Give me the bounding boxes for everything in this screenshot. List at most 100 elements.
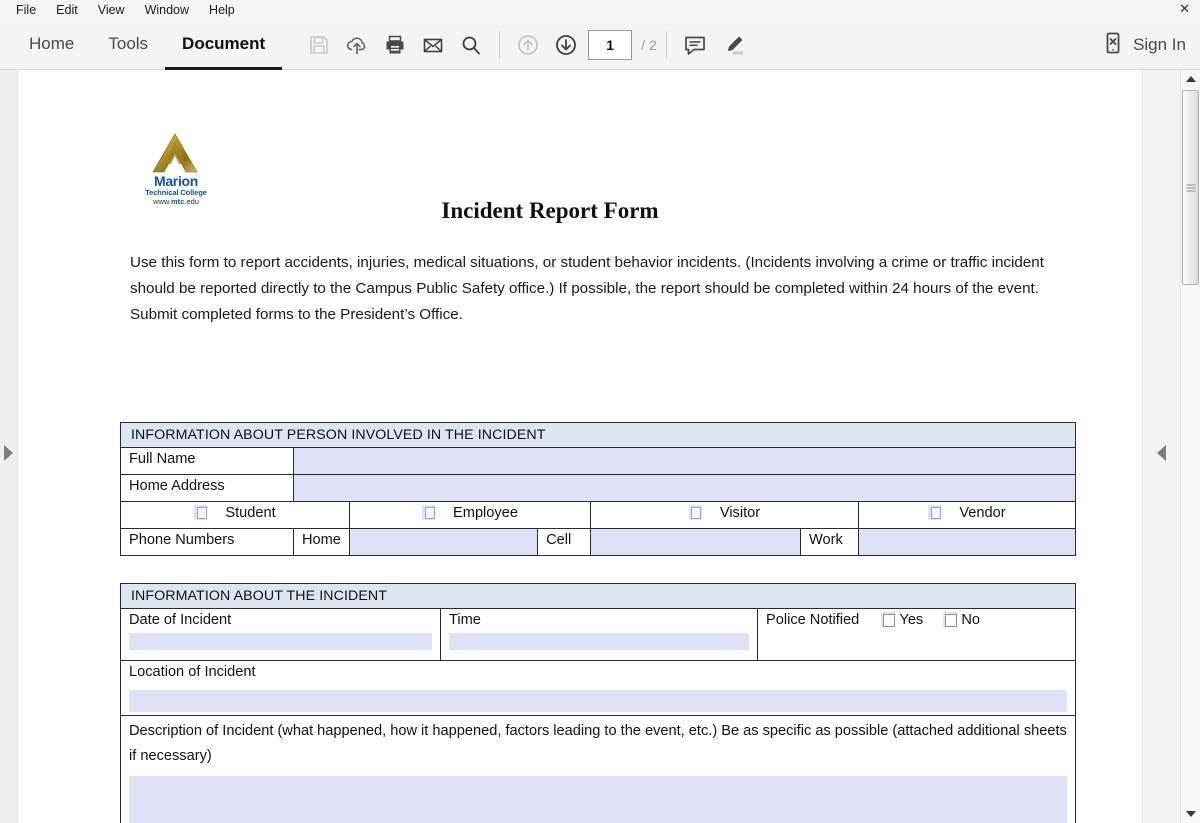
chevron-right-icon <box>4 445 13 461</box>
table-row: Phone Numbers Home Cell Work <box>120 528 1076 556</box>
time-input[interactable] <box>449 633 749 650</box>
logo-mark-icon <box>130 132 222 174</box>
menu-bar: File Edit View Window Help ✕ <box>0 0 1200 20</box>
tab-tools[interactable]: Tools <box>91 20 165 70</box>
date-of-incident-cell: Date of Incident <box>120 608 441 661</box>
phone-work-label: Work <box>800 528 859 556</box>
checkbox-police-yes[interactable] <box>881 612 896 627</box>
logo-subtitle: Technical College <box>145 188 207 197</box>
sign-in-label: Sign In <box>1133 35 1186 54</box>
mobile-device-x-icon <box>1103 31 1123 60</box>
checkbox-icon[interactable] <box>194 505 208 520</box>
close-icon[interactable]: ✕ <box>1179 0 1190 20</box>
location-of-incident-input[interactable] <box>129 690 1067 712</box>
checkbox-student[interactable]: Student <box>120 501 350 529</box>
page-total-label: / 2 <box>641 36 657 53</box>
phone-cell-input[interactable] <box>590 528 801 556</box>
checkbox-visitor-label: Visitor <box>719 505 761 521</box>
time-cell: Time <box>440 608 758 661</box>
home-address-label: Home Address <box>120 474 294 502</box>
table-row: Student Employee Visitor Vendor <box>120 501 1076 529</box>
home-address-input[interactable] <box>293 474 1076 502</box>
page-canvas[interactable]: Marion Technical College www.mtc.edu Inc… <box>18 70 1142 823</box>
toolbar-separator-2 <box>665 30 667 59</box>
search-icon[interactable] <box>452 26 490 64</box>
left-panel-toggle[interactable] <box>0 70 18 823</box>
description-of-incident-input[interactable] <box>129 776 1067 823</box>
checkbox-police-no[interactable] <box>943 612 958 627</box>
table-row: Location of Incident <box>120 660 1076 716</box>
checkbox-employee[interactable]: Employee <box>349 501 591 529</box>
person-information-table: INFORMATION ABOUT PERSON INVOLVED IN THE… <box>120 422 1076 556</box>
upload-cloud-icon[interactable] <box>338 26 376 64</box>
checkbox-student-label: Student <box>225 505 276 521</box>
page-title: Incident Report Form <box>441 198 659 223</box>
date-of-incident-label: Date of Incident <box>129 612 232 628</box>
right-panel-toggle[interactable] <box>1142 70 1180 823</box>
table-row: Date of Incident Time Police Notified Ye… <box>120 608 1076 661</box>
page-number-input[interactable]: 1 <box>588 29 633 60</box>
scroll-up-icon[interactable] <box>1181 70 1200 88</box>
incident-information-table: INFORMATION ABOUT THE INCIDENT Date of I… <box>120 583 1076 823</box>
date-of-incident-input[interactable] <box>129 633 432 650</box>
checkbox-visitor[interactable]: Visitor <box>590 501 859 529</box>
phone-home-label: Home <box>293 528 350 556</box>
table-row: Home Address <box>120 474 1076 502</box>
scrollbar-grip-icon <box>1186 184 1195 191</box>
tab-document[interactable]: Document <box>165 20 283 70</box>
full-name-label: Full Name <box>120 447 294 475</box>
save-icon[interactable] <box>300 26 338 64</box>
checkbox-icon[interactable] <box>422 505 436 520</box>
checkbox-employee-label: Employee <box>453 505 518 521</box>
description-of-incident-label: Description of Incident (what happened, … <box>129 723 1067 764</box>
checkbox-icon[interactable] <box>688 505 702 520</box>
phone-home-input[interactable] <box>348 528 539 556</box>
police-no-label: No <box>961 612 981 628</box>
menu-item-view[interactable]: View <box>88 0 135 20</box>
phone-work-input[interactable] <box>858 528 1076 556</box>
time-label: Time <box>449 612 481 628</box>
toolbar-separator <box>499 30 501 59</box>
page-number-value: 1 <box>606 36 615 53</box>
intro-paragraph: Use this form to report accidents, injur… <box>130 254 1044 323</box>
highlighter-icon[interactable] <box>714 26 752 64</box>
phone-numbers-label: Phone Numbers <box>120 528 294 556</box>
table-row: Full Name <box>120 447 1076 475</box>
document-viewer: Marion Technical College www.mtc.edu Inc… <box>0 70 1200 823</box>
menu-item-edit[interactable]: Edit <box>46 0 88 20</box>
page-up-icon[interactable] <box>509 26 547 64</box>
vertical-scrollbar[interactable] <box>1180 70 1200 823</box>
checkbox-icon[interactable] <box>928 505 942 520</box>
toolbar-icon-group: 1 / 2 <box>300 26 752 64</box>
police-notified-cell: Police Notified Yes No <box>757 608 1076 661</box>
description-of-incident-cell: Description of Incident (what happened, … <box>120 715 1076 823</box>
checkbox-vendor-label: Vendor <box>959 505 1006 521</box>
full-name-input[interactable] <box>293 447 1076 475</box>
location-of-incident-label: Location of Incident <box>129 664 256 680</box>
menu-item-help[interactable]: Help <box>199 0 245 20</box>
menu-item-file[interactable]: File <box>6 0 46 20</box>
scrollbar-thumb[interactable] <box>1182 90 1199 285</box>
logo-name: Marion <box>153 173 199 189</box>
incident-section-header: INFORMATION ABOUT THE INCIDENT <box>120 583 1076 609</box>
table-row: INFORMATION ABOUT PERSON INVOLVED IN THE… <box>120 422 1076 448</box>
print-icon[interactable] <box>376 26 414 64</box>
email-icon[interactable] <box>414 26 452 64</box>
police-yes-label: Yes <box>899 612 924 628</box>
location-of-incident-cell: Location of Incident <box>120 660 1076 716</box>
table-row: INFORMATION ABOUT THE INCIDENT <box>120 583 1076 609</box>
sign-in-button[interactable]: Sign In <box>1103 20 1186 70</box>
phone-cell-label: Cell <box>537 528 591 556</box>
toolbar: Home Tools Document 1 / 2 Sign In <box>0 20 1200 70</box>
comment-icon[interactable] <box>676 26 714 64</box>
college-logo: Marion Technical College www.mtc.edu <box>130 132 222 206</box>
checkbox-vendor[interactable]: Vendor <box>858 501 1076 529</box>
tab-home[interactable]: Home <box>12 20 91 70</box>
scroll-down-icon[interactable] <box>1181 805 1200 823</box>
person-section-header: INFORMATION ABOUT PERSON INVOLVED IN THE… <box>120 422 1076 448</box>
page-down-icon[interactable] <box>547 26 585 64</box>
table-row: Description of Incident (what happened, … <box>120 715 1076 823</box>
chevron-left-icon <box>1157 445 1166 461</box>
menu-item-window[interactable]: Window <box>135 0 199 20</box>
police-notified-label: Police Notified <box>766 612 860 628</box>
